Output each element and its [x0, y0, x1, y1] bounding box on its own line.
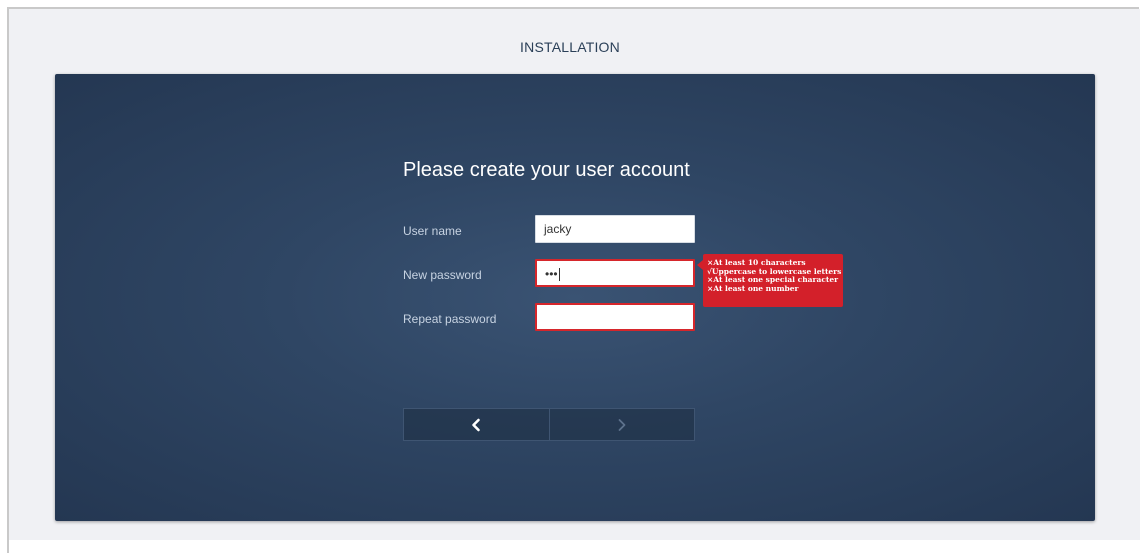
- password-rule: ×At least one number: [707, 283, 799, 293]
- next-button[interactable]: [549, 409, 694, 440]
- new-password-value: •••: [545, 267, 558, 281]
- repeat-password-label: Repeat password: [403, 312, 497, 326]
- wizard-navigation: [403, 408, 695, 441]
- installation-panel: Please create your user account User nam…: [55, 74, 1095, 521]
- new-password-label: New password: [403, 268, 482, 282]
- chevron-right-icon: [618, 418, 626, 431]
- username-label: User name: [403, 224, 462, 238]
- username-input[interactable]: jacky: [535, 215, 695, 243]
- password-rules-tooltip: ×At least 10 characters √Uppercase to lo…: [697, 254, 843, 307]
- new-password-input[interactable]: •••: [535, 259, 695, 287]
- repeat-password-input[interactable]: [535, 303, 695, 331]
- page-title: INSTALLATION: [520, 39, 620, 55]
- chevron-left-icon: [472, 418, 481, 431]
- text-caret: [558, 268, 560, 282]
- form-title: Please create your user account: [403, 159, 690, 181]
- back-button[interactable]: [404, 409, 550, 440]
